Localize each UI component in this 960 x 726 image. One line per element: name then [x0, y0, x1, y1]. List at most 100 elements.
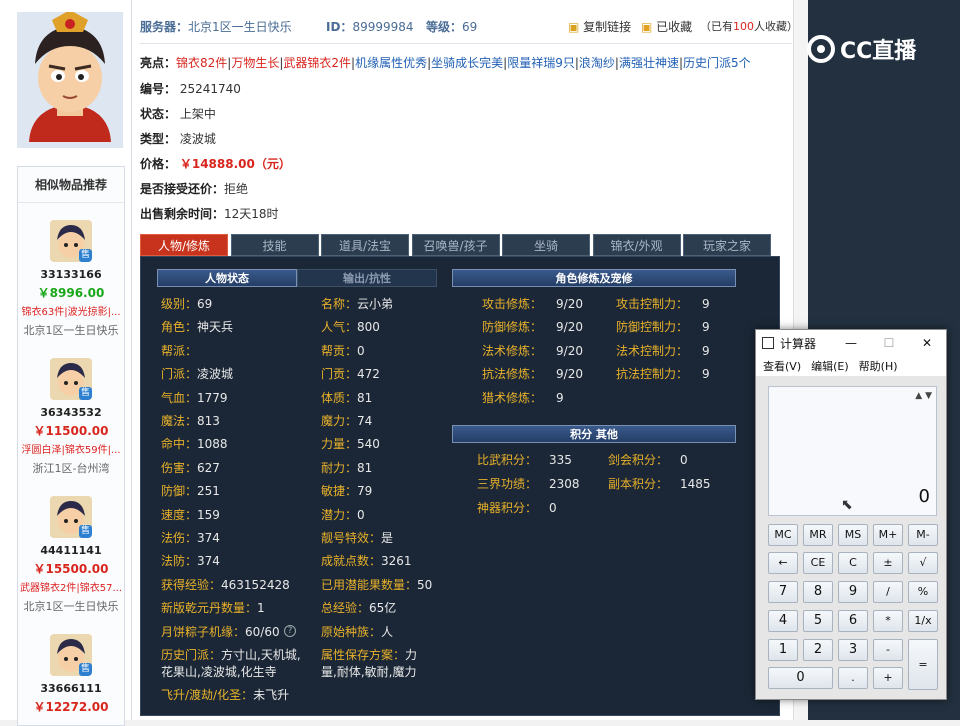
calc-key[interactable]: - — [873, 639, 903, 661]
tab-2[interactable]: 道具/法宝 — [321, 234, 409, 256]
tab-0[interactable]: 人物/修炼 — [140, 234, 228, 256]
stat-value: 未飞升 — [253, 688, 290, 702]
highlight-tag: 万物生长 — [231, 56, 280, 70]
calc-key[interactable]: + — [873, 667, 903, 689]
tab-6[interactable]: 玩家之家 — [683, 234, 771, 256]
calculator-titlebar[interactable]: 计算器 — ☐ ✕ — [756, 330, 946, 356]
calc-key[interactable]: MC — [768, 524, 798, 546]
stat-value: 神天兵 — [197, 320, 234, 335]
calc-key[interactable]: C — [838, 552, 868, 574]
tab-5[interactable]: 锦衣/外观 — [592, 234, 681, 256]
calculator-icon — [762, 337, 774, 349]
stat-left: 法伤：374 — [161, 529, 220, 546]
stat-label: 魔法： — [161, 414, 198, 428]
stat-label: 法伤： — [161, 531, 198, 545]
stat-right: 总经验：65亿 — [321, 599, 396, 616]
stat-value: 力 — [405, 648, 418, 662]
stat-left: 帮派： — [161, 342, 197, 359]
stat-label: 门贡： — [321, 367, 358, 382]
calc-menu-item[interactable]: 查看(V) — [763, 358, 801, 374]
close-icon[interactable]: ✕ — [908, 336, 946, 350]
calc-key[interactable]: 0 — [768, 667, 833, 689]
calc-key[interactable]: 2 — [803, 639, 833, 661]
similar-items-title: 相似物品推荐 — [18, 167, 124, 203]
calc-key[interactable]: * — [873, 610, 903, 632]
control-stat: 攻击控制力： 9 — [616, 295, 710, 312]
char-status-header[interactable]: 人物状态 — [157, 269, 297, 287]
calc-key[interactable]: √ — [908, 552, 938, 574]
calc-key[interactable]: 4 — [768, 610, 798, 632]
calc-key[interactable]: 1 — [768, 639, 798, 661]
similar-item[interactable]: 售 33666111 ￥12272.00 — [17, 634, 125, 715]
calc-key[interactable]: = — [908, 639, 938, 690]
calc-key[interactable]: ± — [873, 552, 903, 574]
calc-key[interactable]: MS — [838, 524, 868, 546]
maximize-icon[interactable]: ☐ — [870, 336, 908, 350]
favorited-button[interactable]: ▣ 已收藏 — [641, 18, 692, 35]
stat-value: 9 — [702, 343, 710, 358]
calc-key[interactable]: M+ — [873, 524, 903, 546]
id-info: ID：89999984 — [326, 20, 414, 34]
points-stat: 副本积分： 1485 — [608, 475, 711, 492]
stat-value: 人 — [381, 624, 394, 639]
stat-label: 力量： — [321, 437, 358, 452]
stat-value: 9 — [702, 297, 710, 311]
help-icon[interactable]: ? — [284, 625, 296, 637]
stat-label: 级别： — [161, 297, 198, 311]
stat-label: 耐力： — [321, 460, 358, 475]
similar-item-price: ￥11500.00 — [33, 424, 109, 438]
calc-key[interactable]: 9 — [838, 581, 868, 603]
calc-key[interactable]: 6 — [838, 610, 868, 632]
similar-item[interactable]: 售 33133166 ￥8996.00 锦衣63件|波光掠影|... 北京1区一生日快乐 — [17, 220, 125, 338]
calc-key[interactable]: M- — [908, 524, 938, 546]
cultivation-stat: 攻击修炼： 9/20 — [482, 295, 583, 312]
calc-key[interactable]: 7 — [768, 581, 798, 603]
tab-1[interactable]: 技能 — [230, 234, 319, 256]
similar-item-avatar[interactable]: 售 — [50, 358, 92, 400]
calculator-result: 0 — [918, 486, 930, 507]
stat-value: 9/20 — [556, 297, 583, 311]
similar-item[interactable]: 售 44411141 ￥15500.00 武器锦衣2件|锦衣57... 北京1区一生日快… — [17, 496, 125, 614]
similar-item-id: 33133166 — [40, 268, 102, 281]
calc-key[interactable]: 8 — [803, 581, 833, 603]
display-scroll-icon[interactable]: ▲ ▼ — [915, 391, 932, 401]
stat-right: 成就点数：3261 — [321, 552, 412, 569]
similar-item-avatar[interactable]: 售 — [50, 496, 92, 538]
calc-key[interactable]: ← — [768, 552, 798, 574]
cultivation-stat: 抗法修炼： 9/20 — [482, 365, 583, 382]
remaining-time-row: 出售剩余时间：12天18时 — [140, 207, 279, 221]
similar-item-avatar[interactable]: 售 — [50, 220, 92, 262]
sell-badge: 售 — [79, 249, 92, 262]
stat-label: 攻击控制力： — [616, 297, 689, 311]
calc-key[interactable]: 3 — [838, 639, 868, 661]
calc-key[interactable]: MR — [803, 524, 833, 546]
similar-item-id: 33666111 — [40, 682, 102, 695]
stat-value: 1485 — [680, 477, 711, 491]
calculator-title: 计算器 — [780, 336, 817, 351]
stat-value: 813 — [197, 414, 220, 428]
stat-value: 9 — [702, 320, 710, 335]
cc-logo: CC直播 — [806, 30, 930, 68]
tab-4[interactable]: 坐骑 — [502, 234, 590, 256]
stat-left: 级别：69 — [161, 295, 212, 312]
tab-3[interactable]: 召唤兽/孩子 — [411, 234, 500, 256]
favorite-icon: ▣ — [641, 20, 653, 34]
similar-item[interactable]: 售 36343532 ￥11500.00 浮圆白泽|锦衣59件|... 浙江1区-台州湾 — [17, 358, 125, 476]
output-resist-header[interactable]: 输出/抗性 — [297, 269, 437, 287]
calc-key[interactable]: CE — [803, 552, 833, 574]
stat-label: 属性保存方案： — [321, 648, 406, 662]
stat-value: 1 — [257, 601, 265, 616]
calc-key[interactable]: 1/x — [908, 610, 938, 632]
stat-left: 法防：374 — [161, 552, 220, 569]
calc-menu-item[interactable]: 帮助(H) — [859, 358, 898, 374]
calc-key[interactable]: 5 — [803, 610, 833, 632]
calc-key[interactable]: . — [838, 667, 868, 689]
calc-menu-item[interactable]: 编辑(E) — [811, 358, 849, 374]
calc-key[interactable]: % — [908, 581, 938, 603]
fly-status: 飞升/渡劫/化圣：未飞升 — [161, 686, 289, 703]
similar-item-avatar[interactable]: 售 — [50, 634, 92, 676]
copy-link-button[interactable]: ▣ 复制链接 — [568, 18, 631, 35]
calc-key[interactable]: / — [873, 581, 903, 603]
minimize-icon[interactable]: — — [832, 336, 870, 350]
detail-tabs: 人物/修炼 技能 道具/法宝 召唤兽/孩子 坐骑 锦衣/外观 玩家之家 — [140, 234, 780, 256]
